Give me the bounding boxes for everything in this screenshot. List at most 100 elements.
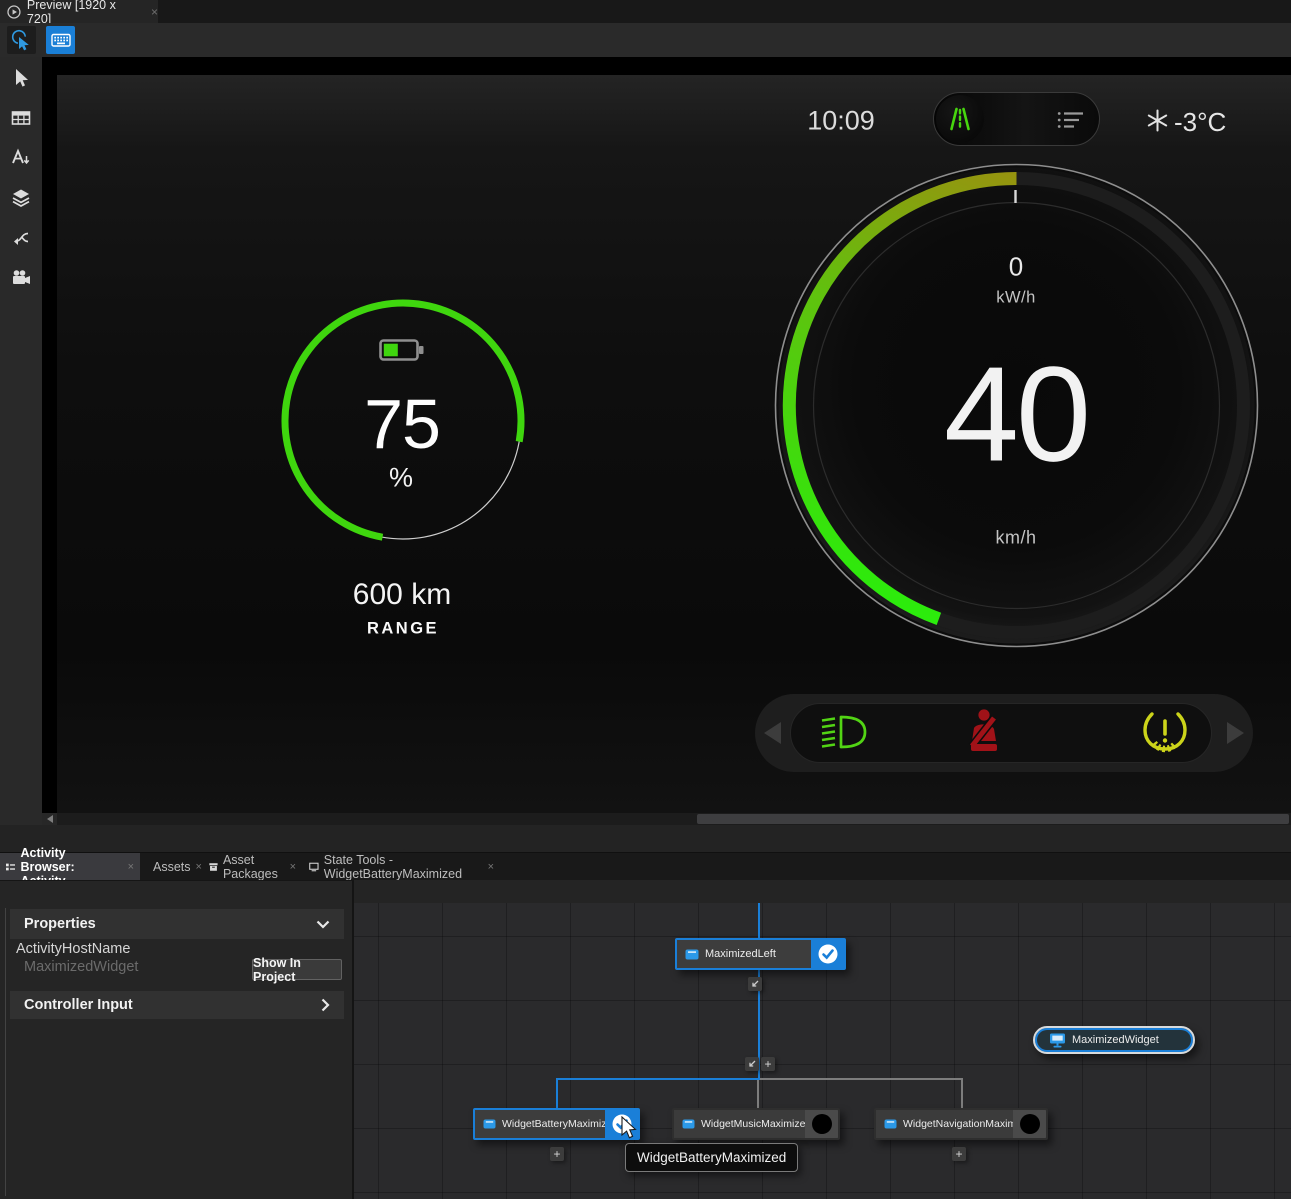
node-active-check[interactable]	[811, 940, 844, 968]
speed-unit: km/h	[995, 528, 1036, 549]
edge-rail-blue	[556, 1078, 760, 1080]
snowflake-icon	[1146, 109, 1169, 132]
tab-close-icon[interactable]: ×	[290, 861, 296, 873]
tab-close-icon[interactable]: ×	[128, 861, 134, 873]
bottom-tab-bar: Activity Browser: Activity × Assets × As…	[0, 852, 1291, 880]
tire-pressure-warning-icon	[1143, 711, 1187, 753]
tab-close-icon[interactable]: ×	[488, 861, 494, 873]
flow-arrows-icon	[11, 228, 31, 248]
controller-input-label: Controller Input	[24, 997, 133, 1013]
tab-preview-label: Preview [1920 x 720]	[27, 0, 143, 26]
power-value: 0	[1009, 252, 1023, 283]
widget-icon	[483, 1119, 496, 1129]
edge-drop-navigation	[961, 1078, 963, 1108]
seatbelt-warning-icon	[966, 708, 1002, 756]
tab-asset-packages[interactable]: Asset Packages ×	[203, 853, 302, 881]
widget-icon	[682, 1119, 695, 1129]
add-state-button[interactable]: +	[550, 1147, 564, 1161]
properties-header-label: Properties	[24, 916, 96, 932]
font-style-icon	[11, 148, 31, 168]
carousel-prev-icon[interactable]	[764, 722, 781, 744]
tab-preview[interactable]: Preview [1920 x 720] ×	[0, 0, 158, 23]
camera-tool-button[interactable]	[8, 265, 34, 291]
text-style-tool-button[interactable]	[8, 145, 34, 171]
widget-icon	[685, 949, 699, 960]
tab-preview-close-icon[interactable]: ×	[151, 5, 158, 19]
toggle-knob	[936, 95, 984, 143]
camera-icon	[11, 268, 31, 288]
speed-value: 40	[944, 337, 1088, 492]
flow-tool-button[interactable]	[8, 225, 34, 251]
layers-tool-button[interactable]	[8, 185, 34, 211]
show-in-project-button[interactable]: Show In Project	[252, 959, 342, 980]
properties-header[interactable]: Properties	[10, 909, 344, 939]
battery-percent-sign: %	[389, 463, 413, 494]
carousel-next-icon[interactable]	[1227, 722, 1244, 744]
state-graph-canvas[interactable]: MaximizedLeft M	[354, 880, 1291, 1199]
top-tab-bar: Preview [1920 x 720] ×	[0, 0, 1291, 23]
table-icon	[11, 108, 31, 128]
node-label: WidgetBatteryMaximized	[502, 1118, 605, 1130]
edge-drop-music	[757, 1080, 759, 1108]
node-widget-music-maximized[interactable]: WidgetMusicMaximized	[672, 1108, 840, 1140]
range-label: RANGE	[367, 620, 439, 639]
node-label: WidgetNavigationMaximized	[903, 1118, 1013, 1130]
warning-icon-carousel	[755, 694, 1253, 772]
package-box-icon	[209, 861, 218, 873]
hscroll-left-button[interactable]	[42, 813, 57, 825]
table-tool-button[interactable]	[8, 105, 34, 131]
panel-gap	[0, 825, 1291, 852]
tab-label: Asset Packages	[223, 853, 285, 881]
ide-window: Preview [1920 x 720] ×	[0, 0, 1291, 1199]
corner-arrow-icon	[747, 1059, 757, 1069]
node-widget-navigation-maximized[interactable]: WidgetNavigationMaximized	[874, 1108, 1048, 1140]
node-inactive-marker[interactable]	[1013, 1110, 1046, 1138]
node-label: WidgetMusicMaximized	[701, 1118, 805, 1130]
tab-state-tools[interactable]: State Tools - WidgetBatteryMaximized ×	[303, 853, 500, 881]
check-circle-icon	[817, 943, 839, 965]
node-label: MaximizedLeft	[705, 948, 811, 960]
controller-input-header[interactable]: Controller Input	[10, 991, 344, 1019]
activity-browser-icon	[6, 861, 15, 873]
black-circle-icon	[811, 1113, 833, 1135]
preview-toolbar	[0, 23, 1291, 57]
play-circle-icon	[7, 5, 21, 19]
node-tooltip: WidgetBatteryMaximized	[625, 1143, 798, 1172]
edge-center-blue	[758, 903, 760, 1079]
node-inactive-marker[interactable]	[805, 1110, 838, 1138]
drive-mode-toggle[interactable]	[933, 92, 1100, 146]
temperature-readout: -3°C	[1174, 107, 1226, 138]
select-tool-button[interactable]	[8, 65, 34, 91]
substate-button[interactable]	[748, 977, 762, 991]
cluster-clock: 10:09	[807, 106, 875, 137]
tab-activity-browser[interactable]: Activity Browser: Activity ×	[0, 853, 140, 881]
touch-mode-button[interactable]	[7, 26, 36, 54]
edge-rail-gray	[760, 1078, 963, 1080]
power-unit: kW/h	[996, 289, 1036, 308]
add-state-button[interactable]: +	[952, 1147, 966, 1161]
keyboard-icon	[50, 29, 72, 51]
node-maximized-left[interactable]: MaximizedLeft	[675, 938, 846, 970]
touch-cursor-icon	[11, 29, 33, 51]
monitor-icon	[1049, 1033, 1066, 1048]
substate-button[interactable]	[745, 1057, 759, 1071]
range-value: 600 km	[353, 578, 451, 612]
add-state-button[interactable]: +	[761, 1057, 775, 1071]
tab-assets[interactable]: Assets ×	[142, 853, 202, 881]
node-maximized-widget[interactable]: MaximizedWidget	[1033, 1026, 1195, 1054]
preview-hscrollbar	[42, 813, 1291, 825]
chevron-down-icon	[316, 920, 330, 929]
tab-close-icon[interactable]: ×	[196, 861, 202, 873]
layers-icon	[11, 188, 31, 208]
tab-label: Assets	[153, 860, 191, 874]
tab-label: State Tools - WidgetBatteryMaximized	[324, 853, 483, 881]
node-widget-battery-maximized[interactable]: WidgetBatteryMaximized	[473, 1108, 640, 1140]
widget-icon	[884, 1119, 897, 1129]
keyboard-mode-button[interactable]	[46, 26, 75, 54]
hscroll-left-arrow-icon	[47, 815, 53, 823]
properties-scrollbar[interactable]	[5, 908, 6, 1196]
field-value: MaximizedWidget	[24, 959, 138, 975]
corner-arrow-icon	[750, 979, 760, 989]
battery-level-icon	[379, 338, 425, 363]
hscroll-thumb[interactable]	[697, 814, 1289, 824]
